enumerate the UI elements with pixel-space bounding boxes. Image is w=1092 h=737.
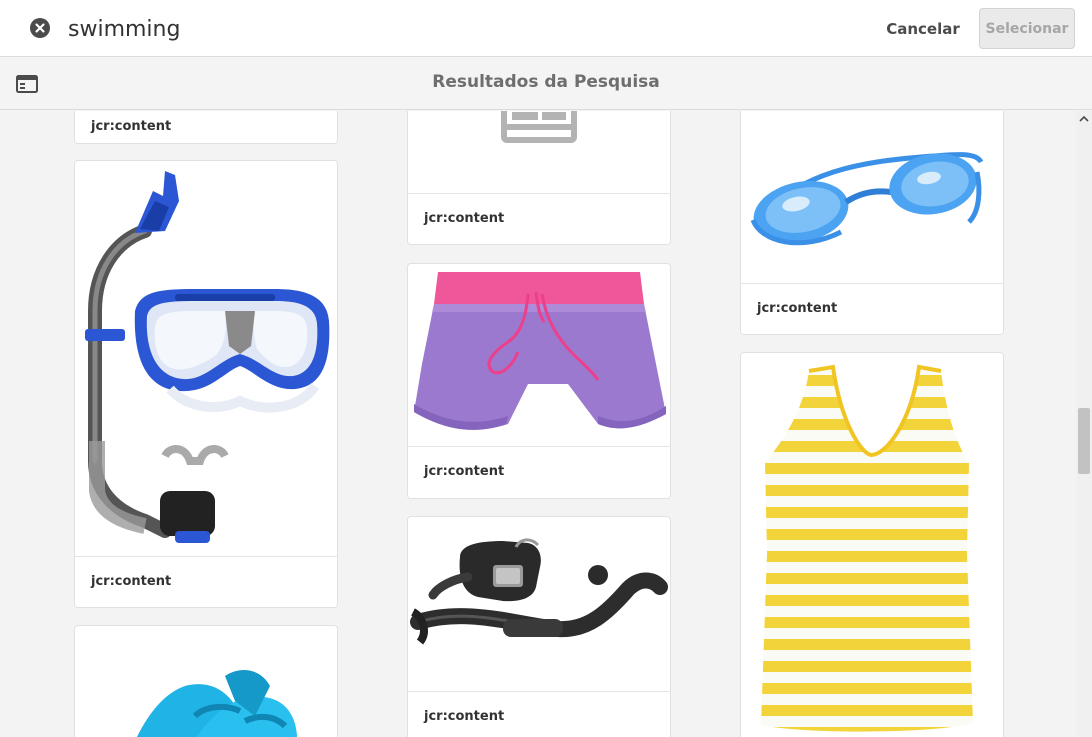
clear-search-button[interactable] (30, 18, 50, 38)
results-scrollbar[interactable] (1076, 111, 1092, 737)
card-caption: jcr:content (741, 283, 1003, 334)
result-card[interactable]: jcr:content (407, 263, 671, 499)
results-header: Resultados da Pesquisa (0, 57, 1092, 110)
result-card[interactable]: jcr:content (407, 111, 671, 245)
card-caption: jcr:content (75, 556, 337, 607)
search-bar: Cancelar Selecionar (0, 0, 1092, 57)
card-title: jcr:content (424, 709, 505, 724)
results-grid: jcr:content jcr:content jcr:content jcr:… (0, 111, 1076, 737)
card-caption: jcr:content (75, 111, 337, 143)
swim-shorts-image (414, 272, 666, 430)
card-title: jcr:content (91, 119, 172, 134)
cancel-button[interactable]: Cancelar (880, 12, 966, 46)
result-card[interactable]: jcr:content (407, 516, 671, 737)
select-button[interactable]: Selecionar (979, 8, 1075, 49)
card-caption: jcr:content (408, 446, 670, 498)
snorkel-mask-image (85, 171, 330, 543)
card-title: jcr:content (424, 464, 505, 479)
result-card[interactable]: jcr:content (74, 160, 338, 608)
chevron-up-icon (1079, 115, 1089, 122)
card-title: jcr:content (91, 574, 172, 589)
flip-flops-image (136, 670, 297, 737)
card-title: jcr:content (424, 211, 505, 226)
placeholder-asset-image (501, 111, 577, 143)
result-card[interactable] (74, 625, 338, 737)
swim-goggles-image (750, 152, 984, 246)
page-title: Resultados da Pesquisa (432, 72, 660, 92)
scroll-thumb[interactable] (1078, 408, 1090, 474)
result-card[interactable]: jcr:content (74, 111, 338, 144)
scroll-up-button[interactable] (1076, 111, 1092, 127)
heart-rate-watch-image (410, 538, 668, 645)
result-card[interactable]: jcr:content (740, 111, 1004, 335)
card-title: jcr:content (757, 301, 838, 316)
striped-tank-top-image (761, 364, 973, 732)
search-input[interactable] (62, 10, 822, 48)
card-caption: jcr:content (408, 193, 670, 244)
side-panel-icon (16, 75, 38, 93)
close-circle-icon (35, 23, 45, 33)
rail-toggle-button[interactable] (16, 75, 38, 93)
result-card[interactable] (740, 352, 1004, 737)
card-caption: jcr:content (408, 691, 670, 737)
